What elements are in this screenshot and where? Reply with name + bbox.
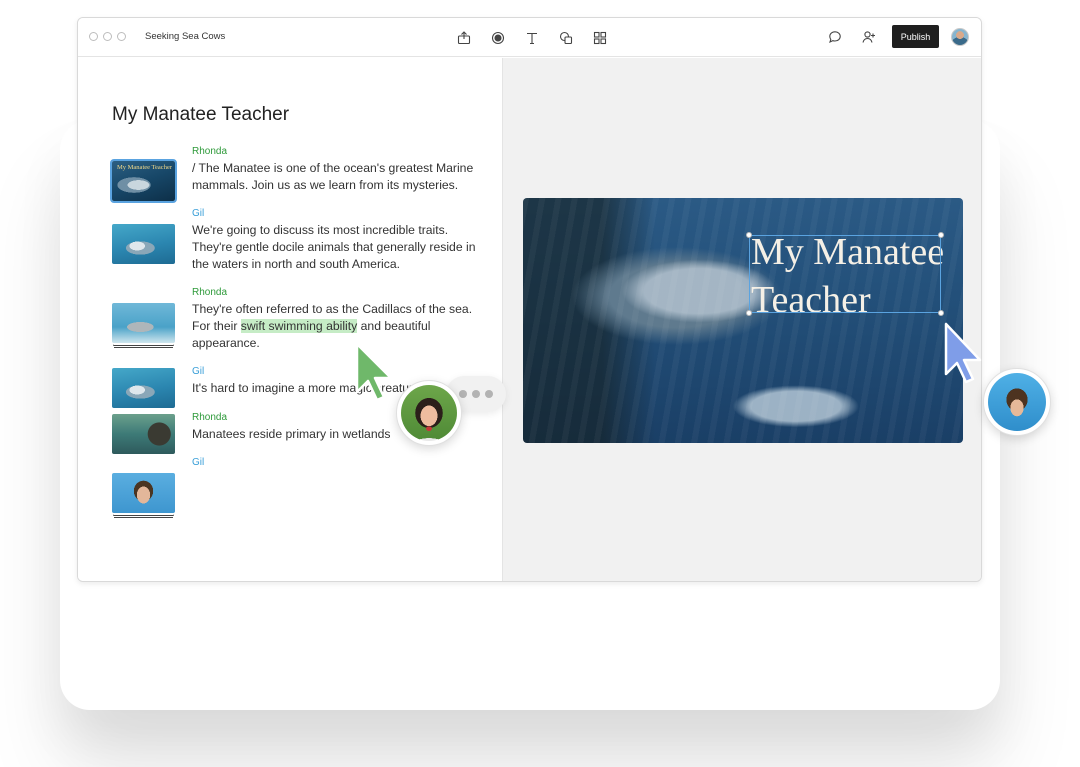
export-icon[interactable] bbox=[455, 29, 472, 46]
rhonda-cursor-icon bbox=[355, 342, 393, 402]
avatar bbox=[988, 373, 1046, 431]
highlighted-text[interactable]: swift swimming ability bbox=[240, 319, 358, 333]
minimize-window-button[interactable] bbox=[103, 32, 112, 41]
record-icon[interactable] bbox=[489, 29, 506, 46]
avatar bbox=[401, 385, 457, 441]
scene-thumbnail[interactable] bbox=[112, 473, 175, 513]
gil-cursor-icon bbox=[944, 322, 982, 384]
collaborator-avatar-gil[interactable] bbox=[983, 368, 1051, 436]
comment-icon[interactable] bbox=[824, 26, 846, 48]
speaker-label: Rhonda bbox=[192, 412, 228, 423]
line-text: For their bbox=[192, 319, 241, 333]
speaker-label: Rhonda bbox=[192, 287, 228, 298]
script-line[interactable]: They're often referred to as the Cadilla… bbox=[192, 301, 482, 318]
title-bar: Seeking Sea Cows Publish bbox=[78, 18, 981, 57]
script-title[interactable]: My Manatee Teacher bbox=[112, 104, 289, 126]
script-line[interactable]: the waters in north and south America. bbox=[192, 256, 482, 273]
speaker-label: Gil bbox=[192, 457, 205, 468]
speaker-label: Gil bbox=[192, 366, 205, 377]
thumbnail-title: My Manatee Teacher bbox=[116, 164, 172, 171]
resize-handle[interactable] bbox=[746, 310, 752, 316]
resize-handle[interactable] bbox=[746, 232, 752, 238]
app-window: Seeking Sea Cows Publish My Manatee Teac… bbox=[77, 17, 982, 582]
add-user-icon[interactable] bbox=[858, 26, 880, 48]
close-window-button[interactable] bbox=[89, 32, 98, 41]
document-title[interactable]: Seeking Sea Cows bbox=[145, 31, 225, 42]
line-text: and beautiful bbox=[357, 319, 431, 333]
scene-thumbnail[interactable] bbox=[112, 368, 175, 408]
speaker-label: Gil bbox=[192, 208, 205, 219]
script-line[interactable]: / The Manatee is one of the ocean's grea… bbox=[192, 160, 482, 177]
script-line[interactable]: For their swift swimming ability and bea… bbox=[192, 318, 482, 335]
shapes-icon[interactable] bbox=[557, 29, 574, 46]
script-line[interactable]: We're going to discuss its most incredib… bbox=[192, 222, 482, 239]
speaker-label: Rhonda bbox=[192, 146, 228, 157]
script-pane: My Manatee Teacher My Manatee Teacher Rh… bbox=[78, 58, 502, 581]
canvas-pane: My Manatee Teacher bbox=[502, 58, 981, 581]
typing-dot bbox=[485, 390, 493, 398]
text-icon[interactable] bbox=[523, 29, 540, 46]
slide-preview[interactable]: My Manatee Teacher bbox=[523, 198, 963, 443]
right-toolbar: Publish bbox=[824, 25, 969, 48]
typing-dot bbox=[459, 390, 467, 398]
script-line[interactable]: mammals. Join us as we learn from its my… bbox=[192, 177, 482, 194]
collaborator-avatar-rhonda[interactable] bbox=[396, 380, 462, 446]
window-controls bbox=[89, 32, 126, 41]
center-toolbar bbox=[455, 29, 608, 46]
resize-handle[interactable] bbox=[938, 232, 944, 238]
selection-box[interactable] bbox=[746, 232, 944, 316]
scene-thumbnail[interactable] bbox=[112, 224, 175, 264]
typing-dot bbox=[472, 390, 480, 398]
publish-button[interactable]: Publish bbox=[892, 25, 939, 48]
maximize-window-button[interactable] bbox=[117, 32, 126, 41]
scene-thumbnail[interactable] bbox=[112, 303, 175, 343]
script-line[interactable]: They're gentle docile animals that gener… bbox=[192, 239, 482, 256]
scene-thumbnail[interactable] bbox=[112, 414, 175, 454]
current-user-avatar[interactable] bbox=[951, 27, 969, 46]
grid-icon[interactable] bbox=[591, 29, 608, 46]
script-line[interactable]: appearance. bbox=[192, 335, 482, 352]
scene-thumbnail[interactable]: My Manatee Teacher bbox=[110, 159, 177, 203]
resize-handle[interactable] bbox=[938, 310, 944, 316]
